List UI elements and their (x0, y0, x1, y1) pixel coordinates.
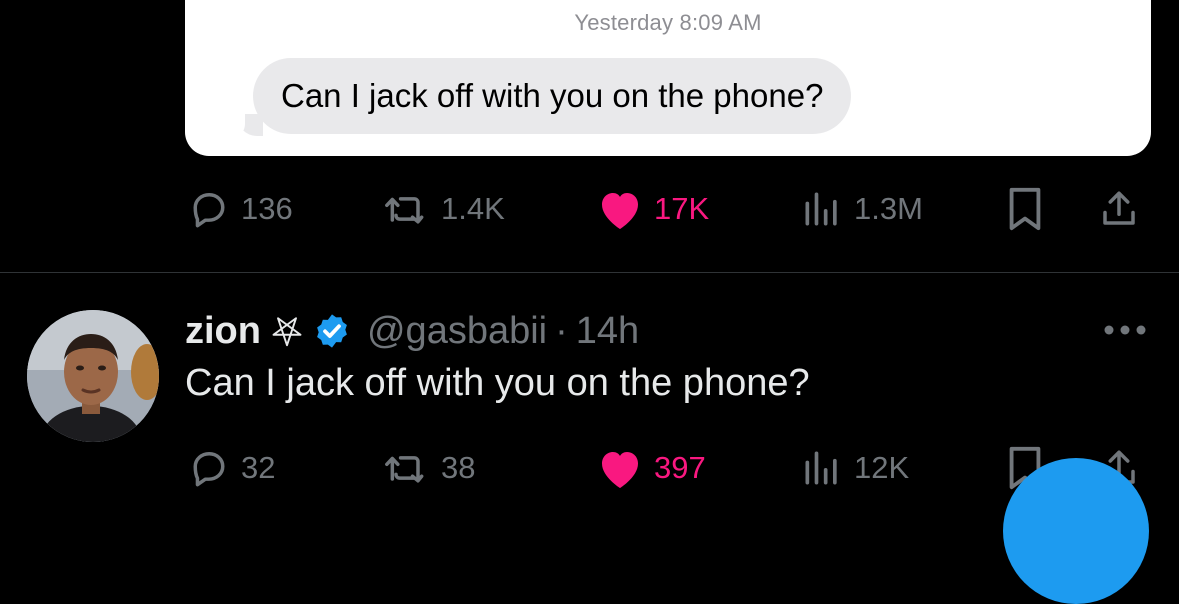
like-button[interactable]: 397 (596, 443, 706, 493)
tweet-action-bar: 136 1.4K 17K 1.3M (185, 184, 1145, 234)
like-count: 17K (654, 191, 710, 226)
tweet-action-bar: 32 38 397 12K (185, 443, 1145, 493)
views-button[interactable]: 1.3M (800, 184, 923, 234)
views-button[interactable]: 12K (800, 443, 909, 493)
like-count: 397 (654, 450, 706, 485)
share-icon (1103, 191, 1135, 225)
views-count: 12K (854, 450, 910, 485)
reply-count: 32 (241, 450, 276, 485)
repost-button[interactable]: 1.4K (383, 184, 505, 234)
bookmark-button[interactable] (1005, 184, 1045, 234)
views-icon (805, 192, 837, 226)
pentagram-icon (272, 317, 302, 347)
like-icon (602, 452, 638, 488)
verified-badge-icon[interactable] (313, 312, 351, 350)
repost-count: 1.4K (441, 191, 505, 226)
like-button[interactable]: 17K (596, 184, 709, 234)
views-count: 1.3M (854, 191, 923, 226)
timestamp-time: 8:09 AM (679, 10, 762, 35)
bookmark-icon (1009, 187, 1041, 231)
meta-separator: · (555, 309, 568, 352)
share-button[interactable] (1098, 184, 1140, 234)
avatar-photo (27, 310, 159, 442)
display-name[interactable]: zion (185, 310, 261, 353)
bubble-tail-mask (225, 110, 245, 138)
tweet-header: zion @gasbabii · 14h (185, 305, 639, 357)
views-icon (805, 451, 837, 485)
tweet-divider (0, 272, 1179, 273)
like-icon (602, 193, 638, 229)
reply-button[interactable]: 32 (187, 443, 275, 493)
more-icon[interactable] (1100, 318, 1150, 342)
timestamp-day: Yesterday (574, 10, 674, 35)
message-bubble: Can I jack off with you on the phone? (253, 58, 852, 134)
repost-button[interactable]: 38 (383, 443, 475, 493)
compose-fab[interactable] (1003, 458, 1149, 604)
repost-icon (385, 456, 424, 483)
embedded-message-screenshot[interactable]: Yesterday 8:09 AM Can I jack off with yo… (185, 0, 1151, 156)
reply-count: 136 (241, 191, 293, 226)
repost-count: 38 (441, 450, 476, 485)
message-timestamp: Yesterday 8:09 AM (185, 10, 1151, 36)
reply-icon (193, 192, 225, 228)
reply-icon (193, 451, 225, 487)
tweet-text: Can I jack off with you on the phone? (185, 362, 810, 404)
reply-button[interactable]: 136 (187, 184, 293, 234)
avatar[interactable] (27, 310, 159, 442)
repost-icon (385, 197, 424, 224)
tweet-time[interactable]: 14h (576, 310, 639, 353)
user-handle[interactable]: @gasbabii (367, 310, 547, 353)
